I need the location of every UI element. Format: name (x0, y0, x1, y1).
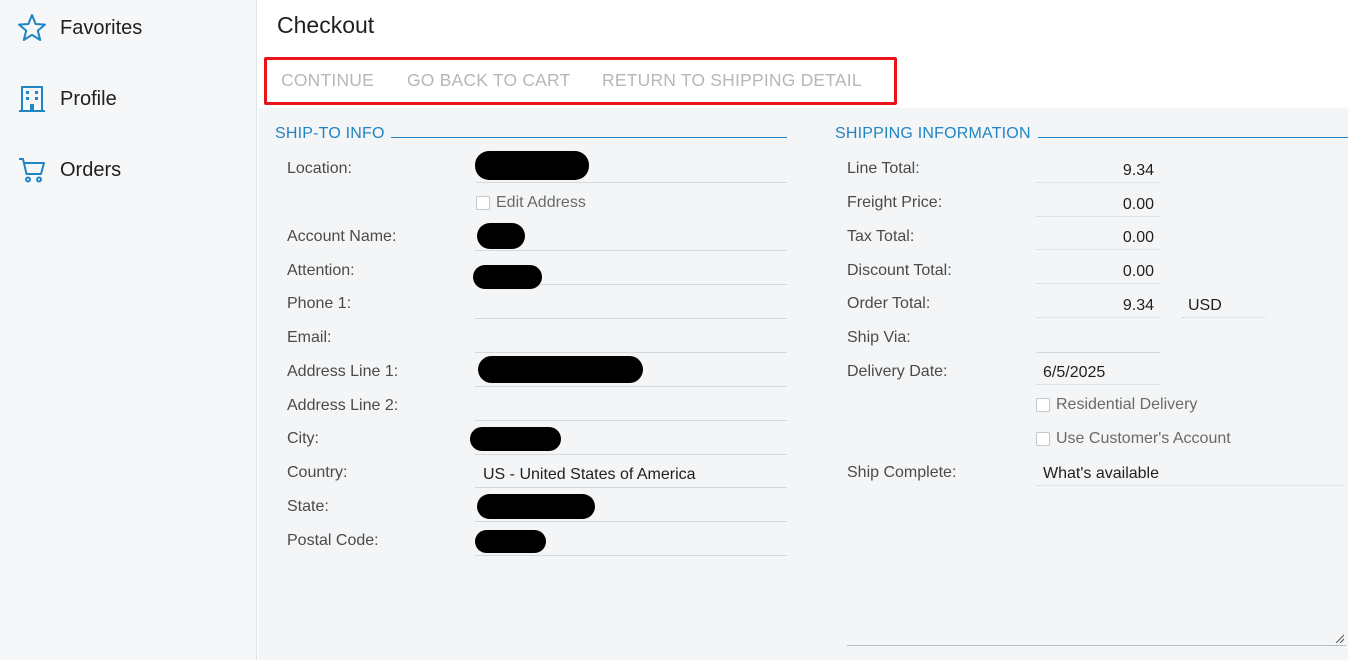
building-icon (19, 86, 45, 112)
sidebar-item-profile[interactable]: Profile (0, 74, 256, 124)
ship-complete-label: Ship Complete: (847, 464, 957, 481)
city-field[interactable] (470, 427, 787, 455)
location-field[interactable] (475, 151, 787, 183)
phone1-field[interactable] (475, 291, 787, 319)
continue-button[interactable]: CONTINUE (281, 70, 374, 91)
city-label: City: (287, 430, 319, 447)
checkbox-box[interactable] (476, 196, 490, 210)
attention-field[interactable] (473, 257, 787, 289)
sidebar: Favorites Profile Orders (0, 0, 257, 660)
cart-icon (19, 158, 45, 183)
sidebar-item-orders[interactable]: Orders (0, 145, 256, 195)
order-total-value: 9.34 (1122, 297, 1154, 314)
page-title: Checkout (277, 12, 375, 38)
use-customer-account-label: Use Customer's Account (1056, 430, 1231, 447)
ship-via-select[interactable] (1036, 325, 1160, 353)
redacted-value (473, 265, 542, 289)
currency-value: USD (1188, 297, 1222, 314)
main-panel: Checkout CONTINUE GO BACK TO CART RETURN… (258, 0, 1348, 660)
shipping-info-heading: SHIPPING INFORMATION (835, 125, 1031, 142)
state-select[interactable] (475, 494, 787, 522)
location-label: Location: (287, 160, 352, 177)
redacted-value (477, 494, 595, 519)
attention-label: Attention: (287, 262, 355, 279)
currency-field: USD (1182, 292, 1266, 318)
line-total-label: Line Total: (847, 160, 920, 177)
country-label: Country: (287, 464, 348, 481)
sidebar-item-label: Orders (60, 158, 122, 181)
use-customer-account-checkbox[interactable]: Use Customer's Account (1036, 430, 1231, 448)
address2-label: Address Line 2: (287, 397, 399, 414)
ship-via-label: Ship Via: (847, 329, 911, 346)
discount-total-field: 0.00 (1036, 258, 1160, 284)
discount-total-label: Discount Total: (847, 262, 952, 279)
delivery-date-value: 6/5/2025 (1043, 364, 1106, 381)
edit-address-checkbox[interactable]: Edit Address (476, 194, 586, 212)
delivery-date-field[interactable]: 6/5/2025 (1036, 359, 1160, 385)
address2-field[interactable] (475, 393, 787, 421)
sidebar-item-label: Favorites (60, 16, 143, 39)
email-label: Email: (287, 329, 332, 346)
state-label: State: (287, 498, 329, 515)
notes-textarea[interactable] (847, 613, 1346, 646)
address1-field[interactable] (475, 356, 787, 387)
tax-total-label: Tax Total: (847, 228, 915, 245)
return-to-shipping-detail-button[interactable]: RETURN TO SHIPPING DETAIL (602, 70, 862, 91)
shipping-info-divider (1038, 137, 1348, 138)
residential-delivery-label: Residential Delivery (1056, 396, 1198, 413)
ship-to-divider (391, 137, 787, 138)
checkbox-box[interactable] (1036, 432, 1050, 446)
sidebar-item-favorites[interactable]: Favorites (0, 3, 256, 53)
discount-total-value: 0.00 (1122, 263, 1154, 280)
ship-complete-select[interactable]: What's available (1036, 460, 1346, 486)
redacted-value (475, 530, 546, 553)
edit-address-label: Edit Address (496, 194, 586, 211)
go-back-to-cart-button[interactable]: GO BACK TO CART (407, 70, 570, 91)
postal-code-label: Postal Code: (287, 532, 379, 549)
freight-price-label: Freight Price: (847, 194, 943, 211)
account-name-field[interactable] (475, 223, 787, 251)
ship-to-heading: SHIP-TO INFO (275, 125, 385, 142)
phone1-label: Phone 1: (287, 295, 352, 312)
address1-label: Address Line 1: (287, 363, 399, 380)
postal-code-field[interactable] (475, 528, 787, 556)
tax-total-value: 0.00 (1122, 229, 1154, 246)
star-icon (18, 14, 46, 41)
checkout-form: SHIP-TO INFO Location: Edit Address Acco… (258, 108, 1348, 660)
redacted-value (475, 151, 589, 180)
line-total-field: 9.34 (1036, 157, 1160, 183)
tax-total-field: 0.00 (1036, 224, 1160, 250)
order-total-field: 9.34 (1036, 292, 1160, 318)
country-value: US - United States of America (483, 466, 696, 483)
redacted-value (477, 223, 525, 249)
toolbar: CONTINUE GO BACK TO CART RETURN TO SHIPP… (264, 57, 897, 105)
account-name-label: Account Name: (287, 228, 397, 245)
resize-handle-icon[interactable] (1334, 633, 1344, 643)
freight-price-value: 0.00 (1122, 196, 1154, 213)
line-total-value: 9.34 (1122, 162, 1154, 179)
sidebar-item-label: Profile (60, 87, 117, 110)
residential-delivery-checkbox[interactable]: Residential Delivery (1036, 396, 1197, 414)
checkbox-box[interactable] (1036, 398, 1050, 412)
email-field[interactable] (475, 325, 787, 353)
freight-price-field: 0.00 (1036, 191, 1160, 217)
country-select[interactable]: US - United States of America (475, 460, 787, 488)
redacted-value (478, 356, 643, 383)
order-total-label: Order Total: (847, 295, 931, 312)
delivery-date-label: Delivery Date: (847, 363, 948, 380)
ship-complete-value: What's available (1043, 465, 1159, 482)
redacted-value (470, 427, 561, 451)
